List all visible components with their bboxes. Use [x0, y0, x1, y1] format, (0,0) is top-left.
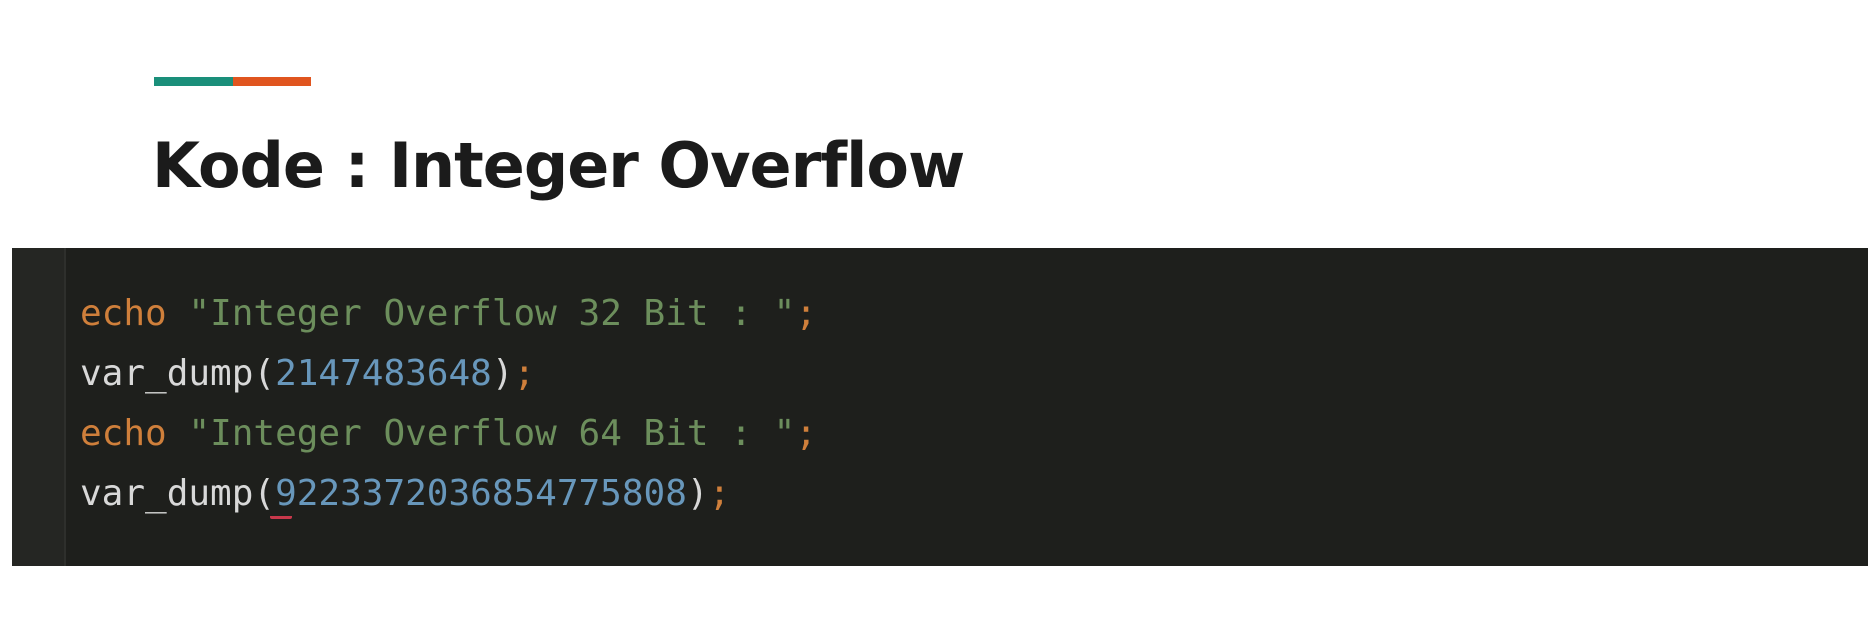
close-paren: ) — [686, 473, 709, 514]
string-literal: "Integer Overflow 64 Bit : " — [188, 413, 796, 454]
open-paren: ( — [253, 353, 276, 394]
code-line-3: echo "Integer Overflow 64 Bit : "; — [80, 404, 817, 464]
number-literal: 9223372036854775808 — [275, 473, 687, 514]
open-paren: ( — [253, 473, 276, 514]
code-line-2: var_dump(2147483648); — [80, 344, 817, 404]
accent-bar-orange — [232, 77, 311, 86]
semicolon: ; — [513, 353, 536, 394]
semicolon: ; — [708, 473, 731, 514]
code-line-1: echo "Integer Overflow 32 Bit : "; — [80, 284, 817, 344]
semicolon: ; — [795, 413, 817, 454]
function-name: var_dump — [80, 353, 254, 394]
code-body: echo "Integer Overflow 32 Bit : "; var_du… — [80, 284, 817, 524]
semicolon: ; — [795, 293, 817, 334]
keyword-echo: echo — [80, 413, 167, 454]
close-paren: ) — [491, 353, 514, 394]
code-gutter — [12, 248, 66, 566]
error-squiggle — [270, 512, 292, 519]
keyword-echo: echo — [80, 293, 167, 334]
accent-bar-teal — [154, 77, 233, 86]
string-literal: "Integer Overflow 32 Bit : " — [188, 293, 796, 334]
number-literal: 2147483648 — [275, 353, 492, 394]
function-name: var_dump — [80, 473, 254, 514]
code-line-4: var_dump(9223372036854775808); — [80, 464, 817, 524]
title-accent-bar — [154, 77, 311, 86]
page-title: Kode : Integer Overflow — [152, 129, 965, 202]
